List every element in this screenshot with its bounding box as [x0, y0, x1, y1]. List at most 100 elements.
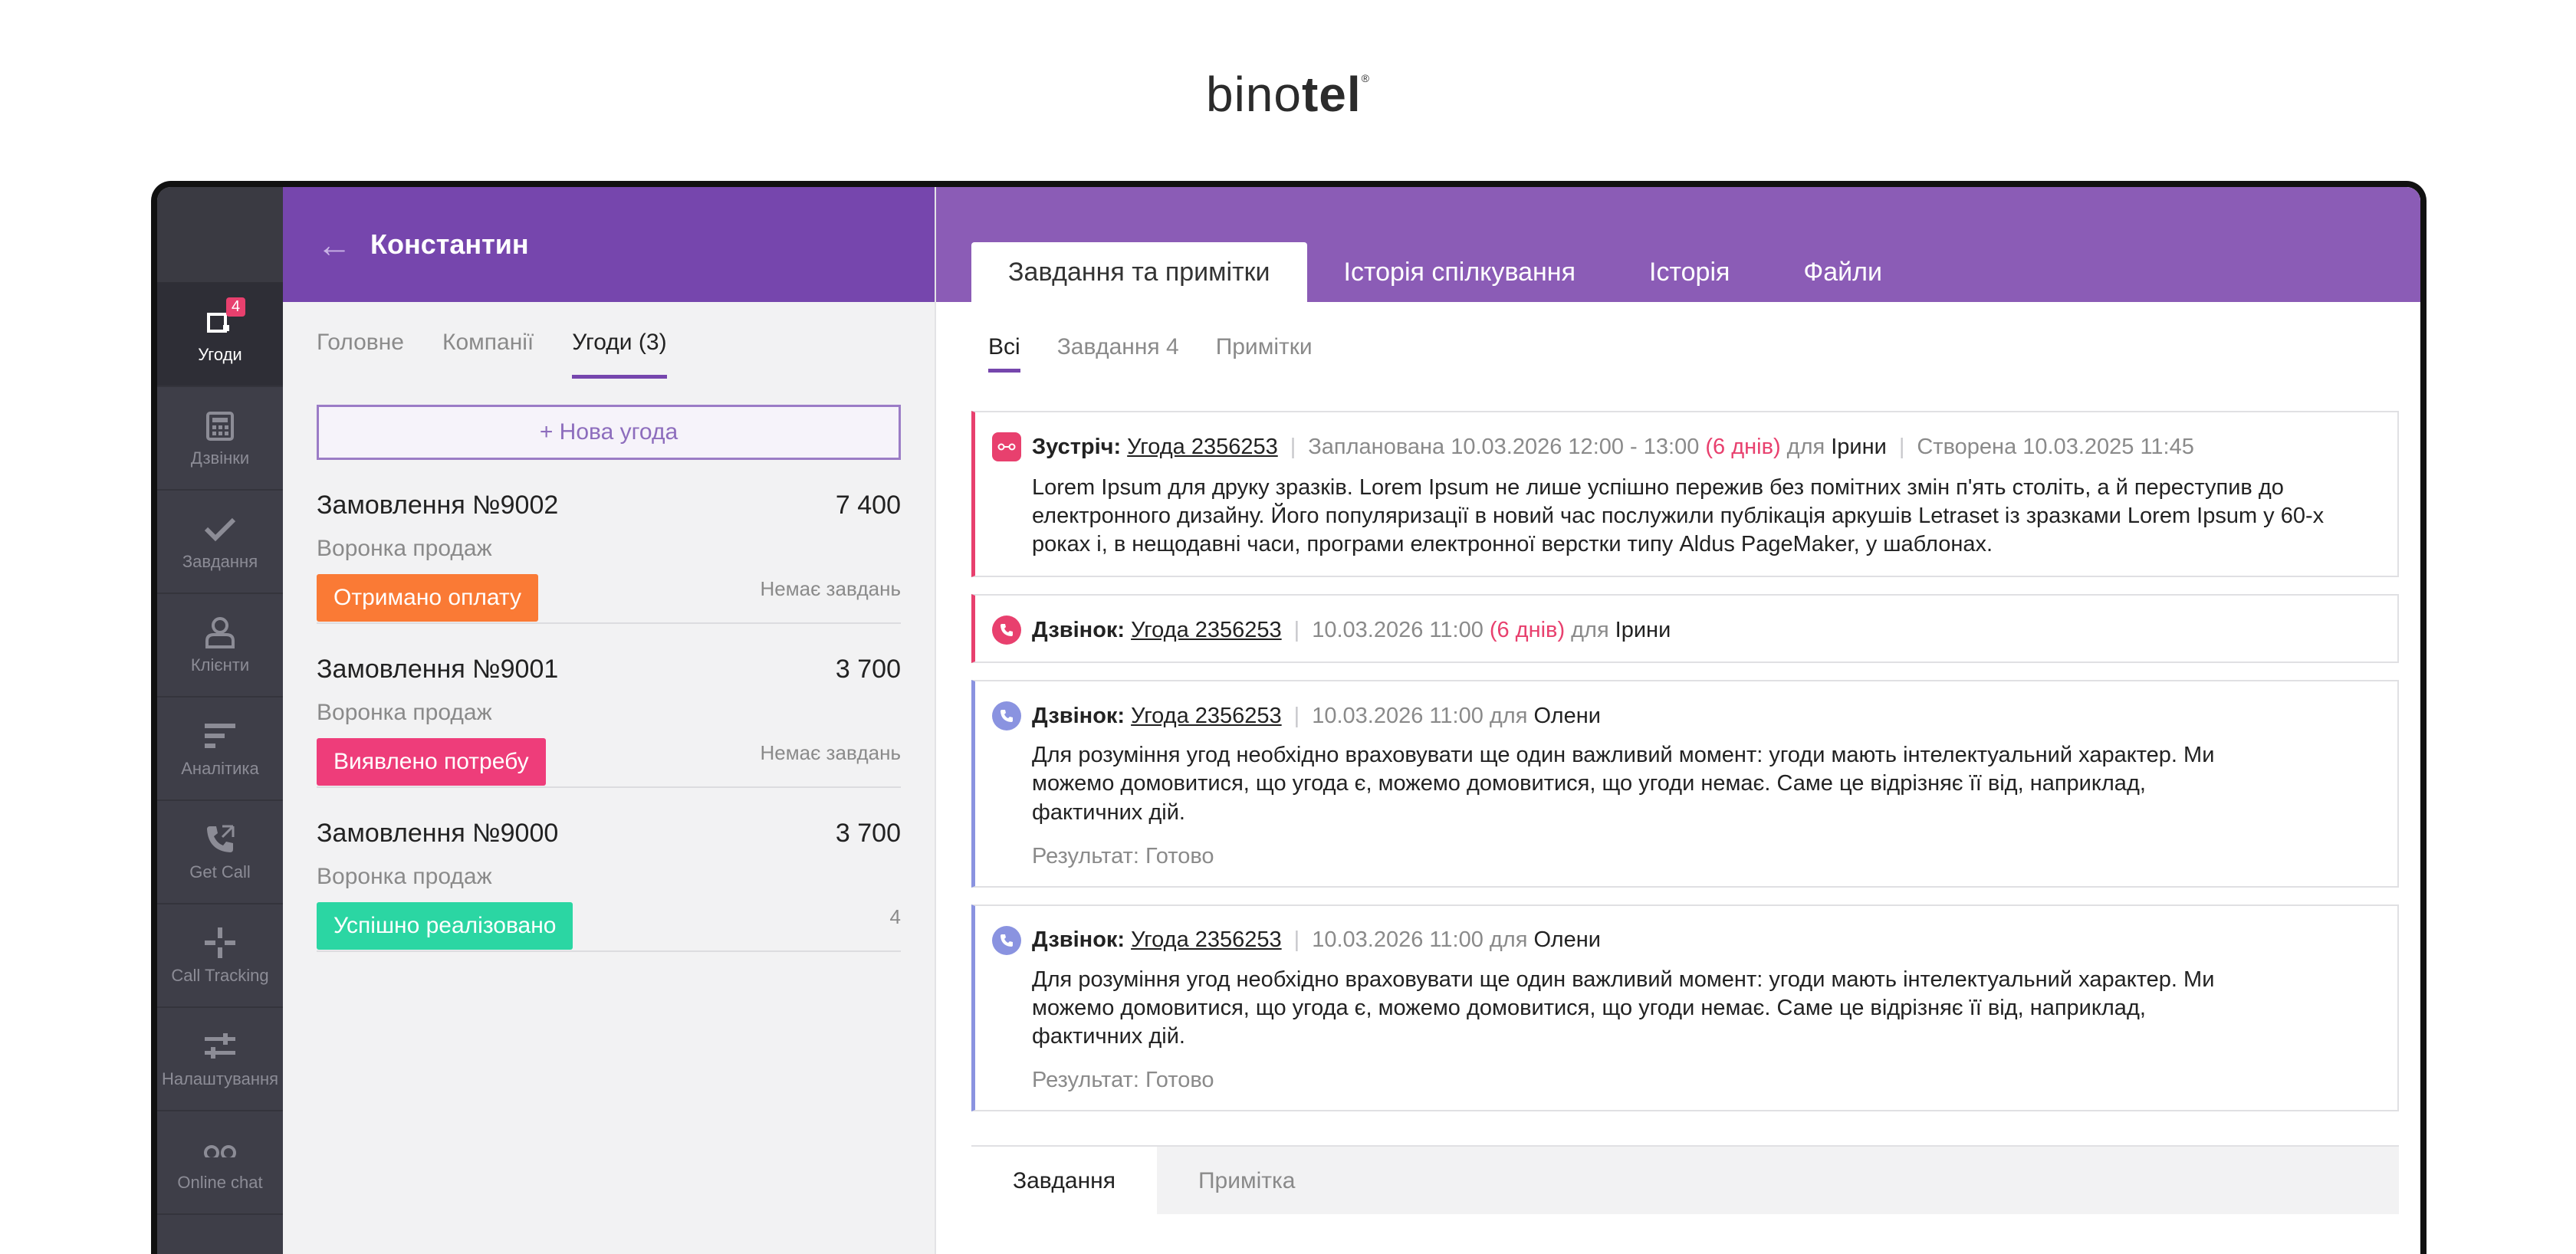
sidebar-item-analytics[interactable]: Аналітика: [157, 698, 283, 801]
contact-tabs: Головне Компанії Угоди (3): [283, 302, 935, 379]
sidebar-item-clients[interactable]: Клієнти: [157, 594, 283, 698]
deal-stage-badge: Успішно реалізовано: [317, 902, 573, 950]
deal-funnel: Воронка продаж: [317, 700, 492, 725]
deal-title: Замовлення №9001: [317, 655, 559, 684]
activity-feed: Зустріч: Угода 2356253 | Запланована 10.…: [971, 411, 2399, 1128]
contact-name: Константин: [370, 228, 529, 260]
sidebar-item-label: Online chat: [177, 1172, 263, 1192]
filter-all[interactable]: Всі: [988, 334, 1020, 373]
activity-created: Створена 10.03.2025 11:45: [1917, 434, 2194, 459]
deal-amount: 3 700: [835, 655, 901, 684]
phone-keypad-icon: [203, 409, 237, 442]
tab-tasks-notes[interactable]: Завдання та примітки: [971, 242, 1307, 302]
activity-days: (6 днів): [1705, 434, 1781, 459]
tab-companies[interactable]: Компанії: [442, 330, 534, 379]
sidebar-item-tasks[interactable]: Завдання: [157, 491, 283, 594]
activity-type: Дзвінок:: [1032, 927, 1125, 953]
tab-communication-history[interactable]: Історія спілкування: [1307, 242, 1612, 302]
deal-stage-badge: Отримано оплату: [317, 574, 538, 622]
deal-amount: 7 400: [835, 491, 901, 520]
app-window: 4 Угоди Дзвінки Завдання Клієнти Аналіти…: [151, 181, 2426, 1254]
activity-card[interactable]: Дзвінок: Угода 2356253 | 10.03.2026 11:0…: [971, 680, 2399, 888]
activity-assignee: Ірини: [1831, 434, 1887, 459]
sidebar-top: [157, 187, 283, 284]
activity-tabs: Завдання та примітки Історія спілкування…: [971, 242, 1919, 302]
tab-deals[interactable]: Угоди (3): [572, 330, 667, 379]
user-icon: [203, 616, 237, 649]
sidebar-item-label: Дзвінки: [190, 448, 250, 468]
callback-icon: [203, 822, 237, 856]
tab-main[interactable]: Головне: [317, 330, 404, 379]
sidebar-item-label: Call Tracking: [171, 965, 269, 985]
activity-panel: Завдання та примітки Історія спілкування…: [936, 187, 2420, 1254]
activity-card[interactable]: Дзвінок: Угода 2356253 | 10.03.2026 11:0…: [971, 594, 2399, 664]
activity-time: 10.03.2026 11:00 для: [1312, 703, 1528, 728]
crosshair-icon: [203, 926, 237, 960]
deal-funnel: Воронка продаж: [317, 536, 492, 561]
deals-count-badge: 4: [226, 297, 246, 317]
sidebar-item-calls[interactable]: Дзвінки: [157, 387, 283, 491]
activity-assignee: Олени: [1533, 927, 1601, 953]
composer-tab-task[interactable]: Завдання: [971, 1147, 1157, 1214]
activity-result: Результат: Готово: [1032, 843, 1214, 868]
deal-link[interactable]: Угода 2356253: [1131, 927, 1282, 953]
sidebar-item-deals[interactable]: 4 Угоди: [157, 284, 283, 387]
sidebar-item-settings[interactable]: Налаштування: [157, 1008, 283, 1111]
filter-notes[interactable]: Примітки: [1216, 334, 1313, 373]
new-deal-button[interactable]: + Нова угода: [317, 405, 901, 460]
chat-icon: [203, 1133, 237, 1167]
back-arrow-icon[interactable]: ←: [317, 227, 352, 262]
deal-item[interactable]: Замовлення №9001 3 700 Воронка продаж Ви…: [317, 624, 901, 788]
activity-card[interactable]: Зустріч: Угода 2356253 | Запланована 10.…: [971, 411, 2399, 578]
filter-tasks[interactable]: Завдання 4: [1057, 334, 1179, 373]
meeting-icon: [992, 432, 1021, 461]
deal-link[interactable]: Угода 2356253: [1131, 704, 1282, 729]
phone-icon: [992, 701, 1021, 731]
deal-title: Замовлення №9002: [317, 491, 559, 520]
tab-history[interactable]: Історія: [1612, 242, 1766, 302]
separator: |: [1290, 434, 1296, 459]
deal-tasks-note: 4: [889, 905, 901, 928]
deal-item[interactable]: Замовлення №9002 7 400 Воронка продаж От…: [317, 460, 901, 624]
activity-time: 10.03.2026 11:00: [1312, 617, 1484, 642]
sidebar-item-online-chat[interactable]: Online chat: [157, 1111, 283, 1215]
phone-icon: [992, 616, 1021, 645]
sidebar-item-get-call[interactable]: Get Call: [157, 801, 283, 904]
sidebar-item-label: Клієнти: [190, 655, 250, 675]
activity-days: (6 днів): [1489, 617, 1566, 642]
deal-funnel: Воронка продаж: [317, 864, 492, 889]
composer-tabs: Завдання Примітка: [971, 1145, 2399, 1214]
analytics-icon: [203, 719, 237, 753]
checkmark-icon: [203, 512, 237, 546]
activity-type: Дзвінок:: [1032, 617, 1125, 642]
deal-tasks-note: Немає завдань: [760, 741, 902, 764]
sidebar-item-label: Угоди: [198, 344, 242, 364]
contact-panel: ← Константин Головне Компанії Угоди (3) …: [283, 187, 936, 1254]
deal-link[interactable]: Угода 2356253: [1131, 618, 1282, 643]
binotel-logo: binotel®: [1205, 67, 1370, 122]
separator: |: [1293, 703, 1300, 728]
activity-body: Для розуміння угод необхідно враховувати…: [1032, 743, 2215, 825]
activity-card[interactable]: Дзвінок: Угода 2356253 | 10.03.2026 11:0…: [971, 904, 2399, 1111]
sidebar: 4 Угоди Дзвінки Завдання Клієнти Аналіти…: [157, 187, 283, 1254]
deal-item[interactable]: Замовлення №9000 3 700 Воронка продаж Ус…: [317, 788, 901, 952]
deal-tasks-note: Немає завдань: [760, 577, 902, 600]
phone-icon: [992, 925, 1021, 955]
filter-tabs: Всі Завдання 4 Примітки: [936, 302, 2420, 402]
separator: |: [1898, 434, 1905, 459]
sidebar-item-label: Налаштування: [161, 1069, 279, 1088]
activity-assignee: Ірини: [1615, 617, 1671, 642]
separator: |: [1293, 927, 1300, 953]
tab-files[interactable]: Файли: [1766, 242, 1919, 302]
deal-amount: 3 700: [835, 819, 901, 848]
separator: |: [1293, 617, 1300, 642]
sidebar-item-label: Get Call: [189, 862, 251, 881]
activity-body: Lorem Ipsum для друку зразків. Lorem Ips…: [1032, 475, 2325, 557]
deal-link[interactable]: Угода 2356253: [1127, 435, 1278, 460]
activity-header: Завдання та примітки Історія спілкування…: [936, 187, 2420, 302]
sidebar-item-label: Завдання: [182, 551, 258, 571]
activity-time: 10.03.2026 11:00 для: [1312, 927, 1528, 953]
sidebar-item-call-tracking[interactable]: Call Tracking: [157, 904, 283, 1008]
composer-tab-note[interactable]: Примітка: [1157, 1147, 1337, 1214]
activity-assignee: Олени: [1533, 703, 1601, 728]
